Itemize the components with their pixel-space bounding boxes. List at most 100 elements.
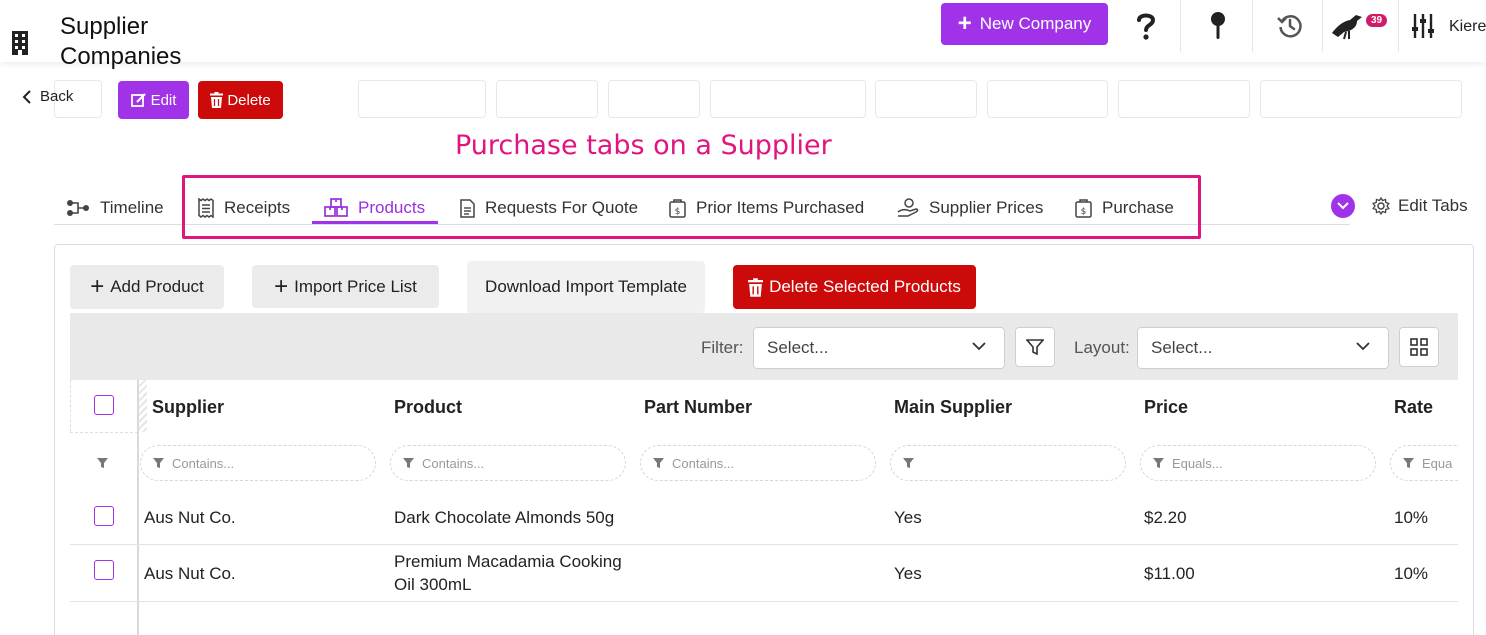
- column-header-rate[interactable]: Rate: [1394, 397, 1433, 418]
- chevron-down-icon: [972, 342, 986, 351]
- filter-icon: [403, 457, 414, 468]
- supplier-filter-input[interactable]: Contains...: [140, 445, 376, 481]
- add-product-button[interactable]: + Add Product: [70, 265, 224, 309]
- select-all-checkbox[interactable]: [94, 395, 114, 415]
- chevron-down-icon: [1337, 202, 1349, 210]
- more-tabs-button[interactable]: [1331, 194, 1355, 218]
- filter-icon: [903, 457, 914, 468]
- header-divider: [1180, 0, 1181, 52]
- new-company-button[interactable]: + New Company: [941, 3, 1108, 45]
- edit-icon: [130, 93, 146, 107]
- history-icon[interactable]: [1275, 8, 1305, 44]
- building-icon: [12, 31, 28, 55]
- pin-icon[interactable]: [1206, 8, 1230, 44]
- trash-icon: [210, 92, 224, 108]
- filter-placeholder: Equa: [1422, 455, 1453, 471]
- filter-label: Filter:: [701, 338, 744, 357]
- user-name[interactable]: Kiere: [1449, 18, 1486, 36]
- tab-timeline[interactable]: Timeline: [66, 192, 164, 224]
- filter-icon: [97, 458, 108, 468]
- price-filter-input[interactable]: Equals...: [1140, 445, 1376, 481]
- filter-icon: [153, 457, 164, 468]
- cell-price: $11.00: [1144, 564, 1195, 583]
- annotation-text: Purchase tabs on a Supplier: [455, 130, 832, 161]
- cell-main-supplier: Yes: [894, 508, 922, 527]
- ghost-button: [1118, 80, 1250, 118]
- product-filter-input[interactable]: Contains...: [390, 445, 626, 481]
- cell-product: Dark Chocolate Almonds 50g: [394, 508, 615, 527]
- rate-filter-input[interactable]: Equa: [1390, 445, 1458, 481]
- delete-button[interactable]: Delete: [198, 81, 283, 119]
- cell-product-line1: Premium Macadamia Cooking: [394, 552, 622, 571]
- ghost-button: [1260, 80, 1462, 118]
- column-header-product[interactable]: Product: [394, 397, 462, 418]
- tab-label: Timeline: [100, 198, 164, 217]
- filter-placeholder: Contains...: [422, 455, 485, 471]
- ghost-button: [710, 80, 866, 118]
- ghost-button: [496, 80, 598, 118]
- cell-supplier: Aus Nut Co.: [144, 564, 236, 583]
- annotation-highlight-box: [182, 175, 1201, 239]
- layout-grid-button[interactable]: [1399, 327, 1439, 367]
- row-checkbox[interactable]: [94, 506, 114, 526]
- table-row[interactable]: [70, 489, 1458, 545]
- cell-supplier: Aus Nut Co.: [144, 508, 236, 527]
- header-divider: [1252, 0, 1253, 52]
- chevron-down-icon: [1356, 342, 1370, 351]
- edit-tabs-button[interactable]: Edit Tabs: [1372, 196, 1468, 216]
- plus-icon: +: [274, 272, 289, 300]
- header-border: [70, 432, 138, 433]
- delete-selected-label: Delete Selected Products: [769, 277, 961, 296]
- page-title: Supplier Companies: [60, 13, 182, 70]
- main-supplier-filter-input[interactable]: [890, 445, 1126, 481]
- row-checkbox[interactable]: [94, 560, 114, 580]
- cell-product-line2: Oil 300mL: [394, 575, 472, 594]
- new-company-label: New Company: [979, 14, 1092, 33]
- filter-icon: [1153, 457, 1164, 468]
- download-template-label: Download Import Template: [485, 277, 687, 296]
- cell-rate: 10%: [1394, 564, 1429, 583]
- download-import-template-button[interactable]: Download Import Template: [467, 261, 705, 313]
- column-header-part-number[interactable]: Part Number: [644, 397, 752, 418]
- part-number-filter-input[interactable]: Contains...: [640, 445, 876, 481]
- header-border: [70, 380, 71, 432]
- filter-icon: [1403, 457, 1414, 468]
- settings-sliders-icon[interactable]: [1410, 8, 1436, 44]
- column-header-price[interactable]: Price: [1144, 397, 1188, 418]
- filter-button[interactable]: [1015, 327, 1055, 367]
- header-divider: [1322, 0, 1323, 52]
- filter-placeholder: Contains...: [672, 455, 735, 471]
- chevron-left-icon: [22, 89, 31, 104]
- ghost-button: [875, 80, 977, 118]
- filter-placeholder: Equals...: [1172, 455, 1223, 471]
- column-header-supplier[interactable]: Supplier: [152, 397, 224, 418]
- header-divider: [1398, 0, 1399, 52]
- trash-icon: [748, 277, 764, 297]
- back-button[interactable]: Back: [22, 88, 73, 105]
- help-icon[interactable]: [1132, 8, 1160, 44]
- layout-select-value: Select...: [1151, 338, 1213, 357]
- filter-placeholder: Contains...: [172, 455, 235, 471]
- cell-main-supplier: Yes: [894, 564, 922, 583]
- filter-select[interactable]: Select...: [753, 327, 1005, 369]
- back-label: Back: [40, 88, 74, 105]
- layout-select[interactable]: Select...: [1137, 327, 1389, 369]
- crow-notifications-icon[interactable]: [1330, 8, 1364, 44]
- edit-label: Edit: [150, 91, 177, 109]
- import-price-list-label: Import Price List: [294, 276, 417, 296]
- plus-icon: +: [957, 10, 972, 37]
- gear-icon: [1372, 197, 1390, 215]
- add-product-label: Add Product: [110, 277, 204, 296]
- import-price-list-button[interactable]: + Import Price List: [252, 265, 439, 308]
- layout-label: Layout:: [1074, 338, 1130, 357]
- ghost-button: [987, 80, 1108, 118]
- edit-tabs-label: Edit Tabs: [1398, 196, 1468, 215]
- ghost-button: [608, 80, 700, 118]
- edit-button[interactable]: Edit: [118, 81, 189, 119]
- delete-selected-products-button[interactable]: Delete Selected Products: [733, 265, 976, 309]
- notification-badge: 39: [1366, 14, 1388, 27]
- delete-label: Delete: [227, 91, 271, 109]
- table-row[interactable]: [70, 545, 1458, 602]
- column-header-main-supplier[interactable]: Main Supplier: [894, 397, 1012, 418]
- cell-rate: 10%: [1394, 508, 1429, 527]
